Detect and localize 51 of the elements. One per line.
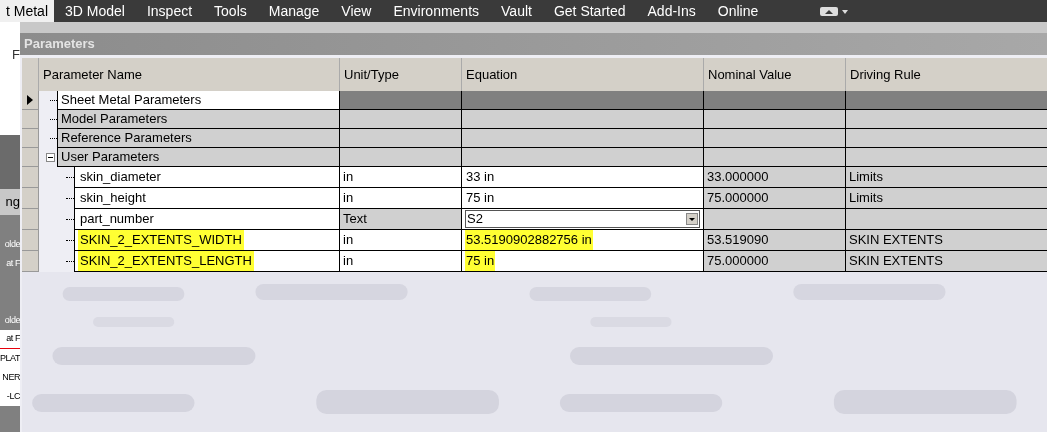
nominal-value-cell: 75.000000 [704,251,846,272]
driving-rule-cell: SKIN EXTENTS [846,230,1047,251]
browser-item[interactable]: NER [0,368,20,387]
ribbon-tab[interactable]: Add-Ins [636,0,707,22]
nominal-value-cell: 53.519090 [704,230,846,251]
current-row-icon [27,95,33,105]
row-header[interactable] [22,91,39,110]
browser-item[interactable]: PLAT [0,349,20,368]
ribbon-tab[interactable]: Inspect [135,0,204,22]
group-row[interactable]: Sheet Metal Parameters [57,91,340,110]
ribbon-tab[interactable]: Manage [257,0,331,22]
equation-value[interactable]: 75 in [465,188,496,208]
browser-item[interactable]: -LC [0,387,20,406]
driving-rule-cell: Limits [846,188,1047,209]
parameter-name[interactable]: part_number [78,209,156,229]
browser-item[interactable]: at F [0,254,20,273]
collapse-icon[interactable] [46,153,55,162]
panel-label: F [12,48,20,61]
parameter-name[interactable]: SKIN_2_EXTENTS_LENGTH [78,251,254,271]
ribbon-tab[interactable]: t Metal [0,0,54,22]
unit-cell[interactable]: Text [340,209,462,230]
ribbon-tab[interactable]: Environments [382,0,491,22]
unit-cell[interactable]: in [340,251,462,272]
browser-item[interactable]: at F [0,330,20,349]
parameter-name[interactable]: skin_height [78,188,148,208]
equation-value[interactable]: 53.5190902882756 in [465,230,593,250]
unit-cell[interactable]: in [340,230,462,251]
ribbon-tab[interactable]: Vault [490,0,543,22]
group-row[interactable]: Model Parameters [57,110,340,129]
ribbon-tab[interactable]: 3D Model [54,0,136,22]
ribbon-tab[interactable]: View [330,0,383,22]
browser-item[interactable]: olde [0,235,20,254]
driving-rule-cell: SKIN EXTENTS [846,251,1047,272]
nominal-value-cell: 33.000000 [704,167,846,188]
nominal-value-cell: 75.000000 [704,188,846,209]
group-row[interactable]: Reference Parameters [57,129,340,148]
equation-dropdown[interactable]: S2 [465,210,700,228]
unit-cell[interactable]: in [340,167,462,188]
dialog-title: Parameters [24,35,95,54]
unit-cell[interactable]: in [340,188,462,209]
ribbon-tab[interactable]: Get Started [542,0,637,22]
browser-item[interactable]: olde [0,311,20,330]
equation-value[interactable]: 75 in [465,251,496,271]
equation-value[interactable]: 33 in [465,167,496,187]
panel-heading: ng [0,189,20,215]
driving-rule-cell: Limits [846,167,1047,188]
parameter-name[interactable]: skin_diameter [78,167,163,187]
group-row[interactable]: User Parameters [57,148,340,167]
parameter-name[interactable]: SKIN_2_EXTENTS_WIDTH [78,230,244,250]
ribbon-tab[interactable]: Tools [203,0,258,22]
ribbon-tab[interactable]: Online [706,0,770,22]
